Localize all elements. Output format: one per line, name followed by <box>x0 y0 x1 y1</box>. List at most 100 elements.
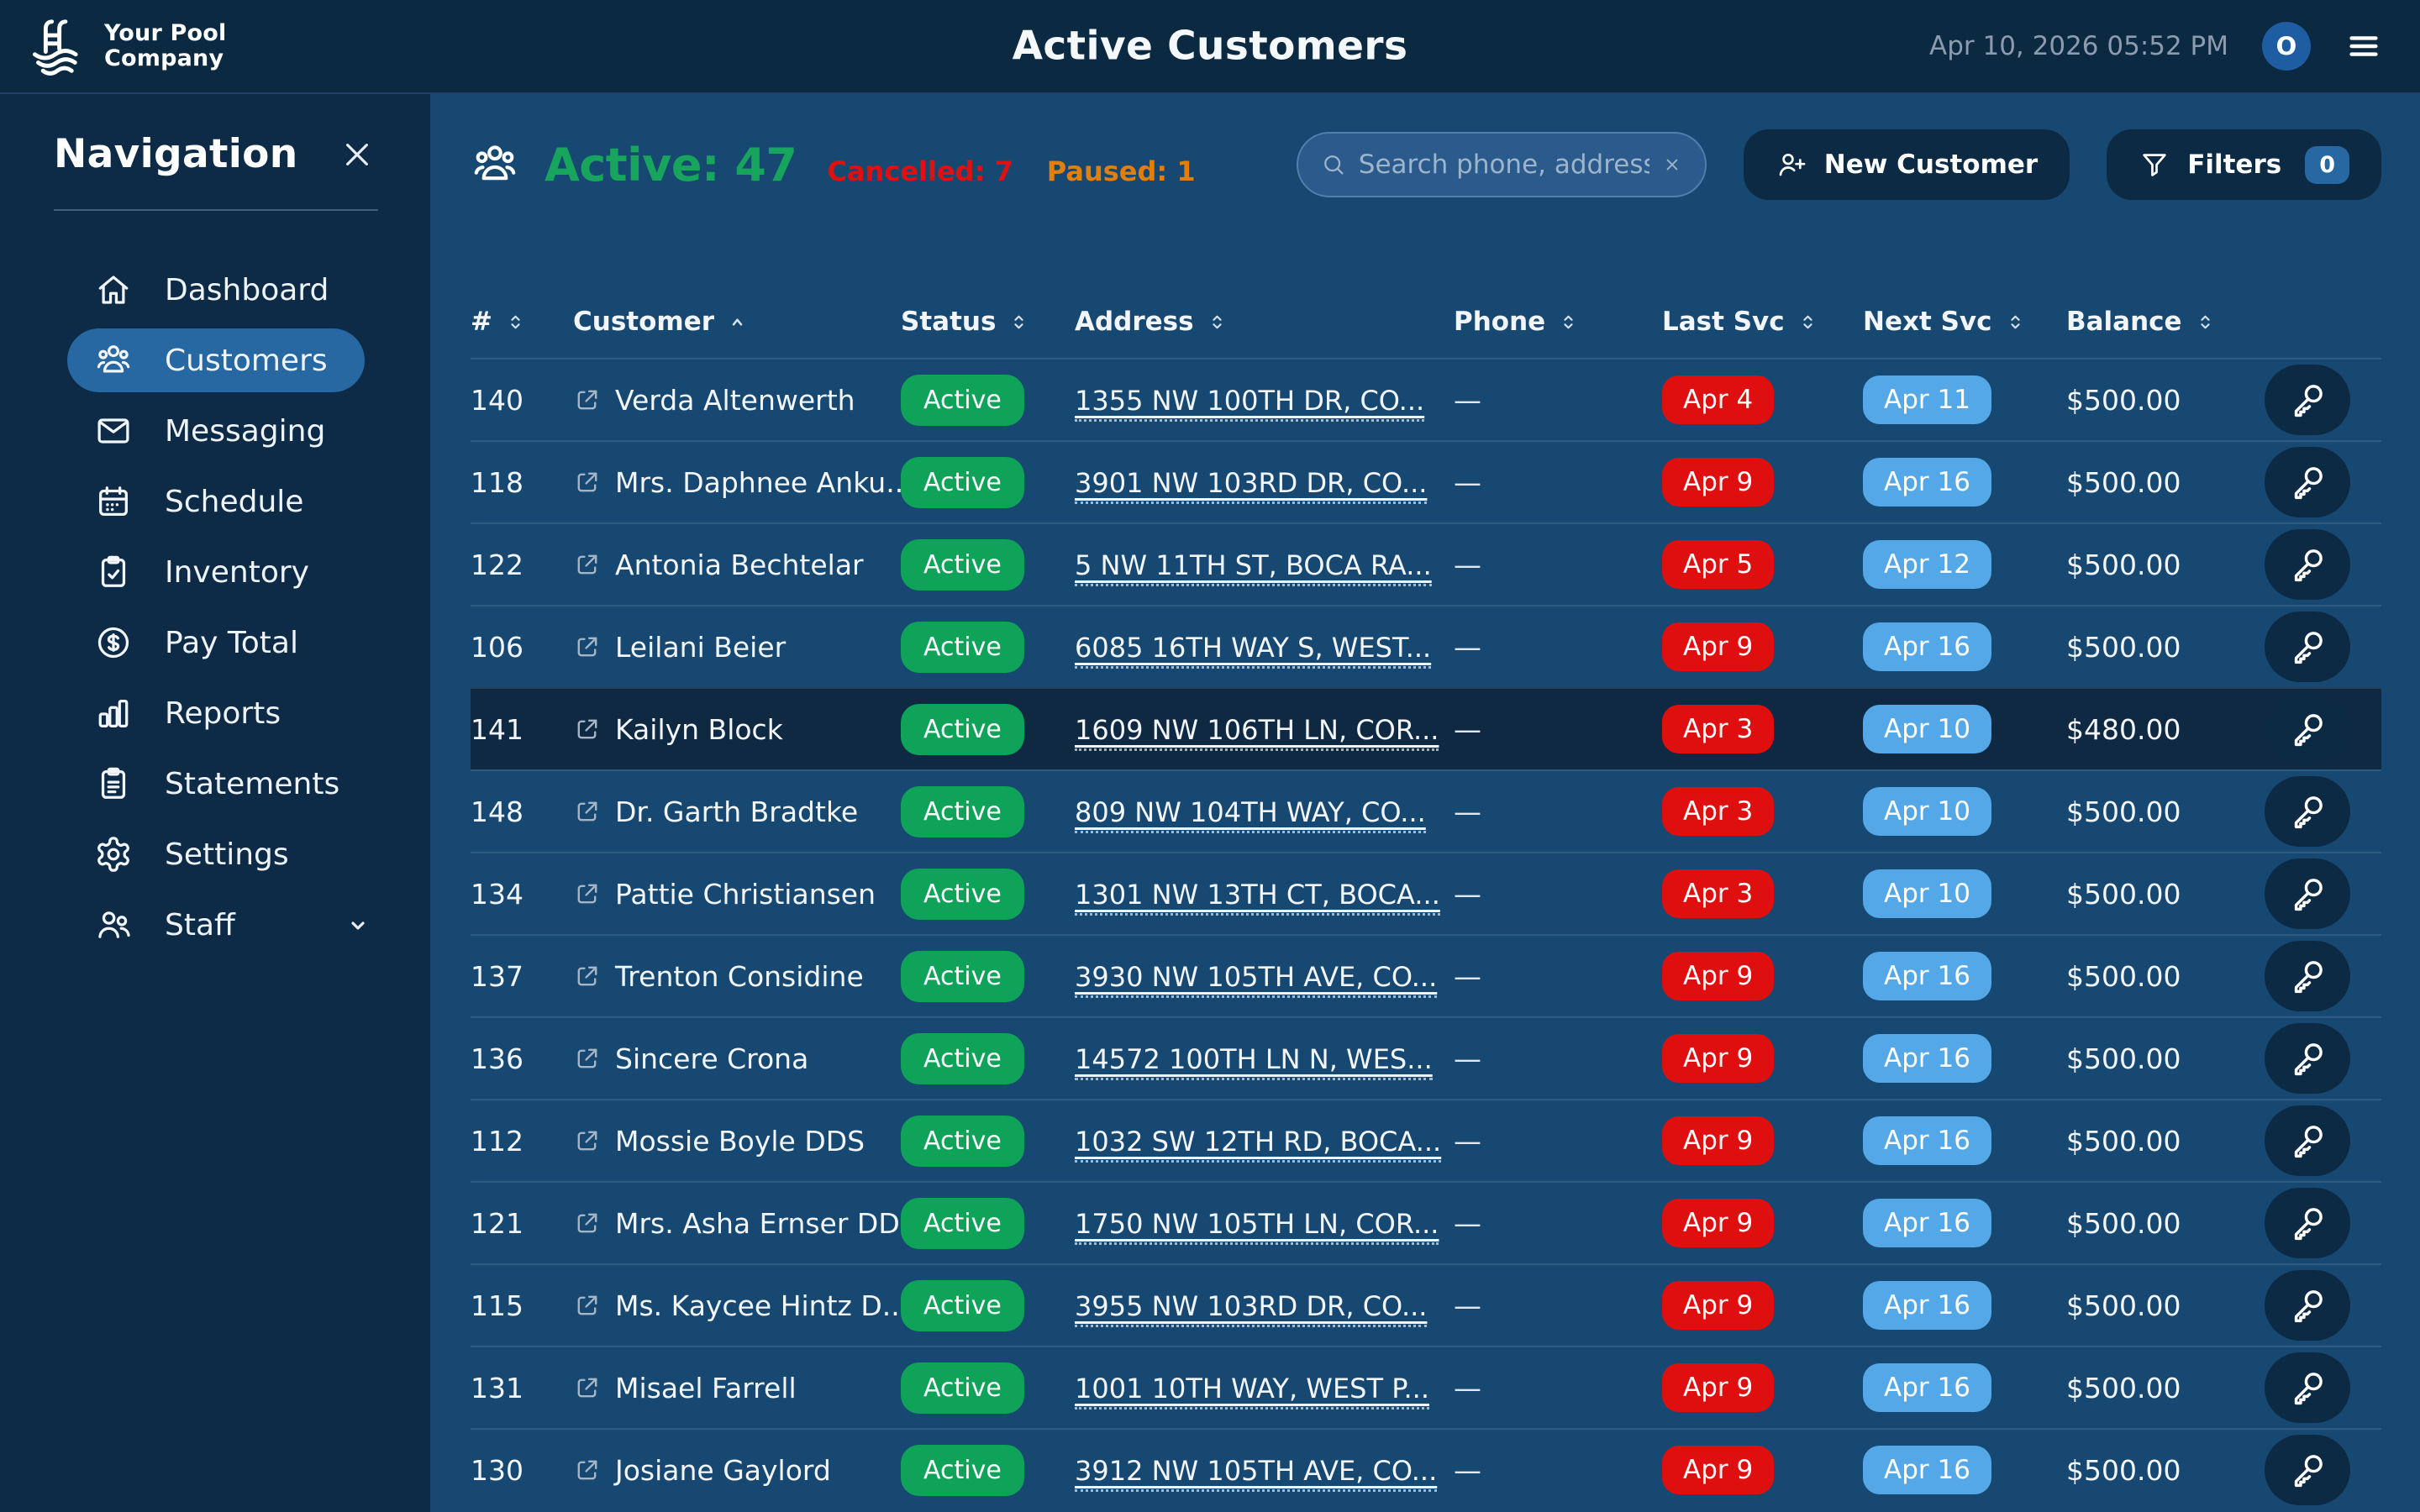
key-button[interactable] <box>2265 1270 2350 1341</box>
filters-count-badge: 0 <box>2305 146 2349 184</box>
address-link[interactable]: 1301 NW 13TH CT, BOCA... <box>1075 879 1440 916</box>
customer-number: 130 <box>471 1454 573 1487</box>
address-link[interactable]: 1609 NW 106TH LN, COR... <box>1075 714 1439 751</box>
column-header-customer[interactable]: Customer <box>573 307 901 337</box>
search-input[interactable] <box>1359 150 1649 180</box>
filters-button[interactable]: Filters 0 <box>2107 129 2381 200</box>
sidebar-item-dashboard[interactable]: Dashboard <box>0 255 430 325</box>
next-svc-cell: Apr 10 <box>1863 705 2066 753</box>
sidebar-item-settings[interactable]: Settings <box>0 819 430 890</box>
key-button[interactable] <box>2265 1352 2350 1423</box>
customer-name[interactable]: Sincere Crona <box>615 1042 808 1075</box>
customer-name[interactable]: Misael Farrell <box>615 1372 797 1404</box>
address-link[interactable]: 3930 NW 105TH AVE, CO... <box>1075 961 1437 998</box>
external-link-icon[interactable] <box>573 879 602 908</box>
status-badge: Active <box>901 951 1024 1002</box>
phone-cell: — <box>1454 795 1662 828</box>
key-button[interactable] <box>2265 612 2350 682</box>
table-row: 112Mossie Boyle DDSActive1032 SW 12TH RD… <box>471 1099 2381 1181</box>
customer-name[interactable]: Mrs. Daphnee Anku... <box>615 466 901 499</box>
key-button[interactable] <box>2265 941 2350 1011</box>
address-link[interactable]: 14572 100TH LN N, WES... <box>1075 1043 1433 1080</box>
external-link-icon[interactable] <box>573 1456 602 1484</box>
key-icon <box>2288 792 2327 831</box>
active-count: Active: 47 <box>544 139 797 192</box>
key-button[interactable] <box>2265 858 2350 929</box>
external-link-icon[interactable] <box>573 962 602 990</box>
sidebar-item-label: Statements <box>165 767 339 801</box>
sidebar-item-inventory[interactable]: Inventory <box>0 537 430 607</box>
key-button[interactable] <box>2265 1105 2350 1176</box>
external-link-icon[interactable] <box>573 797 602 826</box>
key-button[interactable] <box>2265 694 2350 764</box>
external-link-icon[interactable] <box>573 1373 602 1402</box>
sidebar-item-pay-total[interactable]: Pay Total <box>0 607 430 678</box>
external-link-icon[interactable] <box>573 1126 602 1155</box>
table-body: 140Verda AltenwerthActive1355 NW 100TH D… <box>471 358 2381 1510</box>
address-link[interactable]: 1750 NW 105TH LN, COR... <box>1075 1208 1439 1245</box>
customer-name[interactable]: Antonia Bechtelar <box>615 549 864 581</box>
column-header-last-svc[interactable]: Last Svc <box>1662 307 1863 337</box>
sidebar-item-statements[interactable]: Statements <box>0 748 430 819</box>
status-badge: Active <box>901 1445 1024 1496</box>
customer-name[interactable]: Kailyn Block <box>615 713 783 746</box>
address-link[interactable]: 1355 NW 100TH DR, CO... <box>1075 385 1424 422</box>
address-link[interactable]: 3955 NW 103RD DR, CO... <box>1075 1290 1427 1327</box>
status-cell: Active <box>901 786 1075 837</box>
hamburger-menu-icon[interactable] <box>2344 27 2383 66</box>
column-label: Next Svc <box>1863 307 1992 337</box>
customer-name[interactable]: Josiane Gaylord <box>615 1454 831 1487</box>
external-link-icon[interactable] <box>573 386 602 414</box>
address-link[interactable]: 5 NW 11TH ST, BOCA RA... <box>1075 549 1432 586</box>
key-button[interactable] <box>2265 1188 2350 1258</box>
customer-name[interactable]: Ms. Kaycee Hintz D... <box>615 1289 901 1322</box>
customer-name[interactable]: Verda Altenwerth <box>615 384 855 417</box>
customer-name[interactable]: Dr. Garth Bradtke <box>615 795 858 828</box>
clear-search-icon[interactable] <box>1661 154 1683 176</box>
sidebar-item-reports[interactable]: Reports <box>0 678 430 748</box>
last-svc-badge: Apr 9 <box>1662 1034 1774 1083</box>
next-svc-badge: Apr 16 <box>1863 1199 1991 1247</box>
key-button[interactable] <box>2265 529 2350 600</box>
customer-name[interactable]: Leilani Beier <box>615 631 786 664</box>
column-header-[interactable]: # <box>471 307 573 337</box>
external-link-icon[interactable] <box>573 715 602 743</box>
customer-name[interactable]: Trenton Considine <box>615 960 864 993</box>
actions-cell <box>2265 1435 2381 1505</box>
customer-name[interactable]: Pattie Christiansen <box>615 878 876 911</box>
avatar[interactable]: O <box>2262 22 2311 71</box>
key-button[interactable] <box>2265 1435 2350 1505</box>
address-link[interactable]: 809 NW 104TH WAY, CO... <box>1075 796 1426 833</box>
column-header-next-svc[interactable]: Next Svc <box>1863 307 2066 337</box>
external-link-icon[interactable] <box>573 1291 602 1320</box>
address-link[interactable]: 6085 16TH WAY S, WEST... <box>1075 632 1431 669</box>
address-link[interactable]: 1032 SW 12TH RD, BOCA... <box>1075 1126 1441 1163</box>
column-header-phone[interactable]: Phone <box>1454 307 1662 337</box>
actions-cell <box>2265 1352 2381 1423</box>
column-header-balance[interactable]: Balance <box>2066 307 2265 337</box>
customer-name[interactable]: Mrs. Asha Ernser DDS <box>615 1207 901 1240</box>
external-link-icon[interactable] <box>573 1044 602 1073</box>
external-link-icon[interactable] <box>573 1209 602 1237</box>
key-button[interactable] <box>2265 776 2350 847</box>
customer-name[interactable]: Mossie Boyle DDS <box>615 1125 865 1158</box>
address-link[interactable]: 3901 NW 103RD DR, CO... <box>1075 467 1427 504</box>
key-button[interactable] <box>2265 447 2350 517</box>
address-link[interactable]: 1001 10TH WAY, WEST P... <box>1075 1373 1429 1410</box>
sidebar-item-customers[interactable]: Customers <box>67 328 365 392</box>
address-link[interactable]: 3912 NW 105TH AVE, CO... <box>1075 1455 1437 1492</box>
column-header-address[interactable]: Address <box>1075 307 1454 337</box>
status-cell: Active <box>901 1033 1075 1084</box>
external-link-icon[interactable] <box>573 468 602 496</box>
sidebar-item-staff[interactable]: Staff <box>0 890 430 960</box>
external-link-icon[interactable] <box>573 633 602 661</box>
external-link-icon[interactable] <box>573 550 602 579</box>
sidebar-item-schedule[interactable]: Schedule <box>0 466 430 537</box>
column-header-status[interactable]: Status <box>901 307 1075 337</box>
new-customer-button[interactable]: New Customer <box>1744 129 2070 200</box>
close-icon[interactable] <box>339 137 375 172</box>
key-button[interactable] <box>2265 365 2350 435</box>
key-button[interactable] <box>2265 1023 2350 1094</box>
sidebar-item-messaging[interactable]: Messaging <box>0 396 430 466</box>
customer-number: 121 <box>471 1207 573 1240</box>
